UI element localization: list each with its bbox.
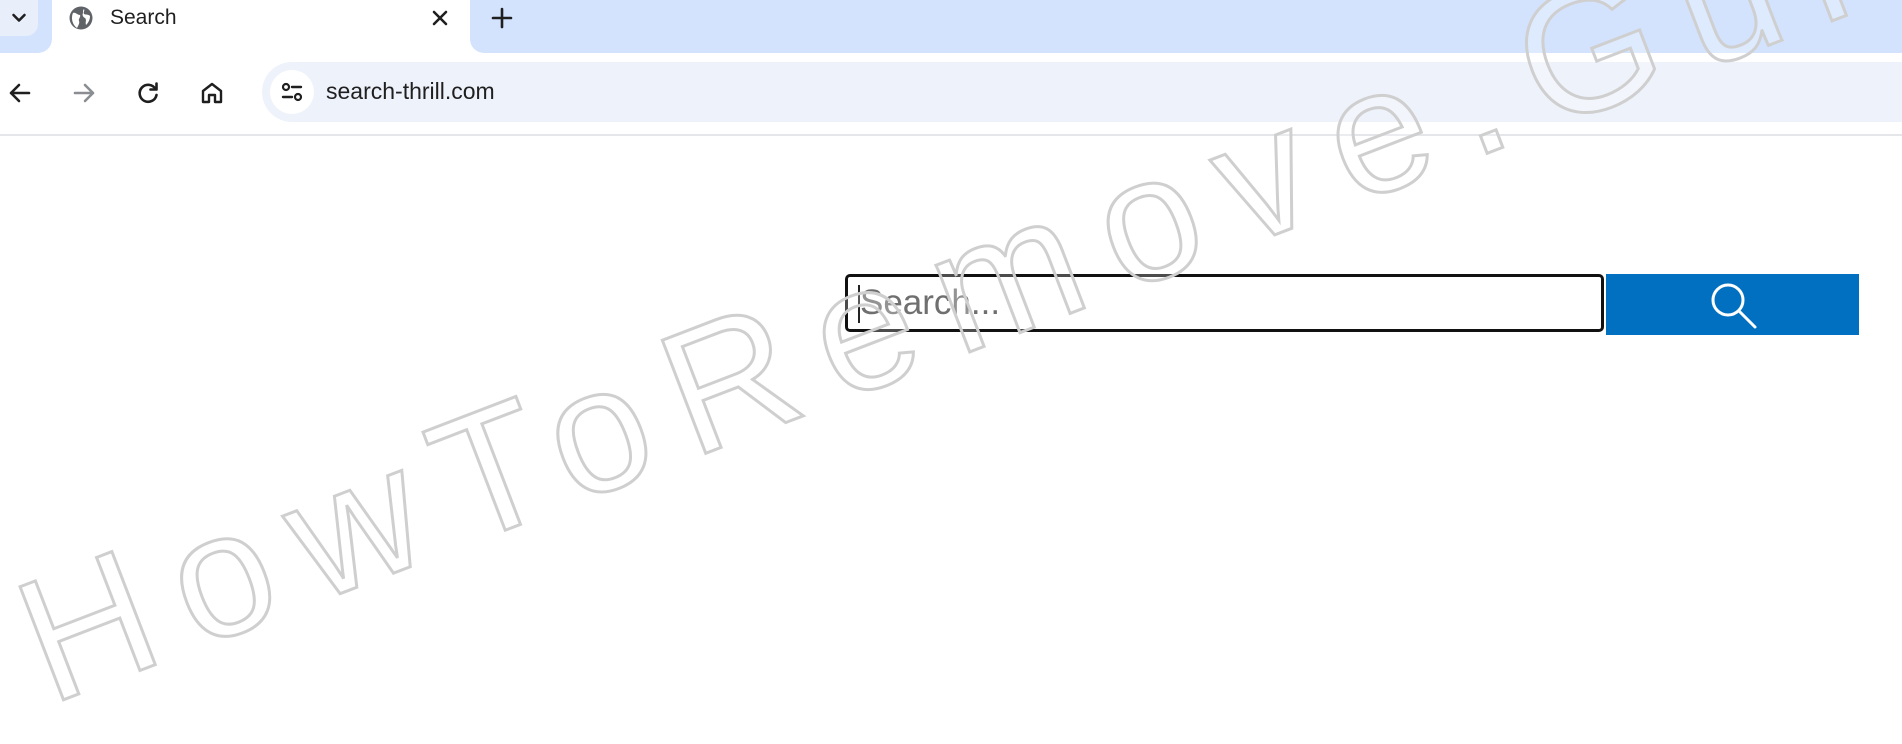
tab-strip: Search xyxy=(0,0,1902,53)
magnifier-icon xyxy=(1711,283,1756,328)
forward-button[interactable] xyxy=(64,73,104,113)
search-input[interactable] xyxy=(845,274,1604,332)
toolbar: search-thrill.com xyxy=(0,53,1902,136)
chevron-down-icon xyxy=(12,13,26,22)
reload-icon xyxy=(138,82,158,104)
new-tab-button[interactable] xyxy=(486,2,518,34)
globe-icon xyxy=(69,6,93,30)
address-bar[interactable]: search-thrill.com xyxy=(262,62,1902,122)
home-button[interactable] xyxy=(192,73,232,113)
page-content xyxy=(0,136,1902,744)
url-text[interactable]: search-thrill.com xyxy=(326,78,495,105)
plus-icon xyxy=(491,7,513,29)
tab-title: Search xyxy=(110,6,177,29)
tune-icon xyxy=(281,82,303,102)
arrow-right-icon xyxy=(73,83,95,103)
arrow-left-icon xyxy=(9,83,31,103)
tab-search[interactable]: Search xyxy=(52,0,470,53)
back-button[interactable] xyxy=(0,73,40,113)
reload-button[interactable] xyxy=(128,73,168,113)
close-icon xyxy=(432,10,448,26)
browser-window: Search search-thrill.com Search... HowTo… xyxy=(0,0,1902,744)
site-info-button[interactable] xyxy=(270,70,314,114)
tab-list-button[interactable] xyxy=(0,0,38,36)
search-button[interactable] xyxy=(1606,274,1859,335)
text-caret xyxy=(858,285,860,323)
home-icon xyxy=(201,82,223,104)
tab-close-button[interactable] xyxy=(426,4,454,32)
